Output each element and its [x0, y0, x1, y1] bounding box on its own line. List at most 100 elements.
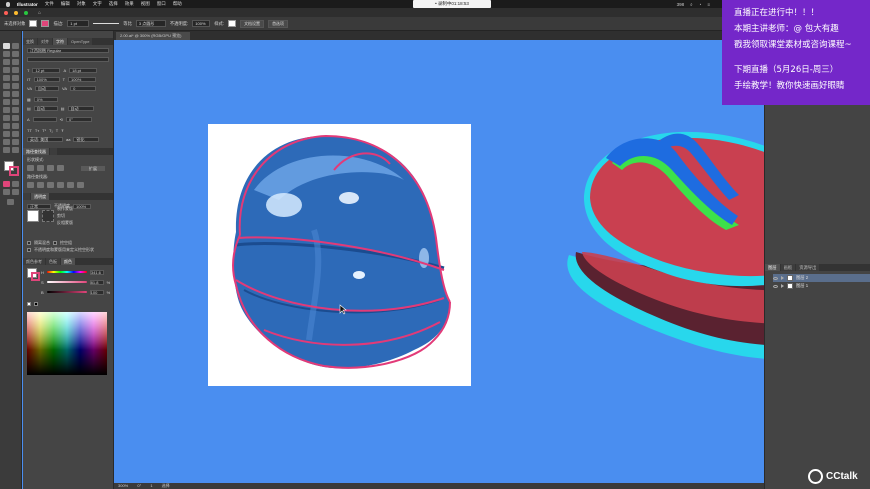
stroke-color-icon[interactable]: [9, 166, 19, 176]
tab-layers[interactable]: 图层: [765, 264, 780, 271]
menu-select[interactable]: 选择: [109, 1, 118, 7]
saturation-field[interactable]: 81.8: [89, 279, 104, 285]
recording-indicator[interactable]: • 录制中01:18:53: [413, 0, 491, 8]
color-mode-icon[interactable]: [3, 181, 10, 187]
mask-thumbnail[interactable]: [42, 210, 54, 222]
layer-name[interactable]: 图层 2: [796, 275, 808, 281]
intersect-icon[interactable]: [47, 165, 54, 171]
live-stream-promo[interactable]: 直播正在进行中！！！ 本期主讲老师：@ 包大有趣 戳我领取课堂素材或咨询课程~ …: [722, 0, 870, 105]
paintbrush-tool-icon[interactable]: [12, 75, 19, 81]
tab-shape-builder[interactable]: [50, 148, 58, 155]
zoom-window-icon[interactable]: [24, 10, 28, 15]
menu-effect[interactable]: 效果: [125, 1, 134, 7]
home-icon[interactable]: ⌂: [38, 10, 41, 16]
gradient-mode-icon[interactable]: [12, 181, 19, 187]
curvature-tool-icon[interactable]: [12, 59, 19, 65]
divide-icon[interactable]: [27, 182, 34, 188]
rotation-angle[interactable]: 0°: [137, 483, 141, 488]
tracking-field[interactable]: 0: [70, 85, 97, 91]
clip-checkbox-label[interactable]: 剪切: [57, 213, 73, 219]
document-tab[interactable]: 2.00.ai* @ 300% (RGB/GPU 预览): [116, 32, 190, 40]
aki-right-field[interactable]: 自动: [67, 105, 94, 111]
eye-icon[interactable]: [773, 284, 778, 288]
underline-button[interactable]: T: [56, 128, 58, 133]
minimize-window-icon[interactable]: [14, 10, 18, 15]
menu-file[interactable]: 文件: [45, 1, 54, 7]
hue-slider[interactable]: [46, 271, 87, 273]
expand-button[interactable]: 扩展: [81, 165, 105, 171]
minus-back-icon[interactable]: [77, 182, 84, 188]
make-mask-button[interactable]: 制作蒙版: [57, 206, 73, 212]
unite-icon[interactable]: [27, 165, 34, 171]
knockout-group-checkbox[interactable]: [53, 241, 57, 245]
layer-row-1[interactable]: 图层 1: [773, 282, 870, 290]
hand-tool-icon[interactable]: [3, 147, 10, 153]
leading-field[interactable]: 18 pt: [69, 67, 98, 73]
free-transform-tool-icon[interactable]: [12, 99, 19, 105]
brightness-slider[interactable]: [46, 291, 87, 293]
perspective-grid-tool-icon[interactable]: [12, 107, 19, 113]
shaper-tool-icon[interactable]: [3, 83, 10, 89]
saturation-slider[interactable]: [46, 281, 87, 283]
zoom-level[interactable]: 300%: [118, 483, 128, 488]
current-tool[interactable]: 选择: [162, 483, 170, 488]
none-swatch[interactable]: [27, 302, 31, 306]
direct-selection-tool-icon[interactable]: [12, 43, 19, 49]
all-caps-button[interactable]: TT: [27, 128, 32, 133]
tab-asset-export[interactable]: 资源导出: [796, 264, 820, 271]
blend-tool-icon[interactable]: [12, 123, 19, 129]
profile-label[interactable]: 等比: [123, 21, 132, 27]
screen-mode-icon[interactable]: [12, 189, 19, 195]
horizontal-scale-field[interactable]: 100%: [68, 76, 97, 82]
layer-name[interactable]: 图层 1: [796, 283, 808, 289]
control-center-icon[interactable]: ≡: [707, 2, 710, 7]
superscript-button[interactable]: T¹: [42, 128, 46, 133]
menu-edit[interactable]: 编辑: [61, 1, 70, 7]
kerning-field[interactable]: 自动: [35, 85, 60, 91]
crop-icon[interactable]: [57, 182, 64, 188]
tab-color[interactable]: 颜色: [61, 258, 75, 265]
invert-mask-checkbox-label[interactable]: 反相蒙版: [57, 220, 73, 226]
tab-artboards[interactable]: 画板: [780, 264, 796, 271]
opacity-mask-knockout-checkbox[interactable]: [27, 248, 31, 252]
app-menu[interactable]: Illustrator: [17, 2, 38, 7]
tab-opentype[interactable]: OpenType: [68, 38, 93, 45]
document-setup-button[interactable]: 文档设置: [240, 19, 265, 28]
artboard-tool-icon[interactable]: [3, 139, 10, 145]
stroke-profile-preview[interactable]: [93, 23, 120, 24]
trim-icon[interactable]: [37, 182, 44, 188]
column-graph-tool-icon[interactable]: [12, 131, 19, 137]
pen-tool-icon[interactable]: [3, 59, 10, 65]
hue-field[interactable]: 341.6: [89, 269, 104, 275]
expand-triangle-icon[interactable]: [781, 284, 784, 288]
font-style-field[interactable]: [27, 56, 109, 62]
blend-mode-field[interactable]: 正常: [27, 203, 51, 209]
width-tool-icon[interactable]: [3, 99, 10, 105]
symbol-sprayer-tool-icon[interactable]: [3, 131, 10, 137]
expand-triangle-icon[interactable]: [781, 276, 784, 280]
mesh-tool-icon[interactable]: [3, 115, 10, 121]
rotate-tool-icon[interactable]: [3, 91, 10, 97]
layer-row-2[interactable]: 图层 2: [773, 274, 870, 282]
menu-view[interactable]: 视图: [141, 1, 150, 7]
isolate-blending-checkbox[interactable]: [27, 241, 31, 245]
merge-icon[interactable]: [47, 182, 54, 188]
tab-align[interactable]: 对齐: [38, 38, 52, 45]
draw-mode-icon[interactable]: [3, 189, 10, 195]
scale-tool-icon[interactable]: [12, 91, 19, 97]
selection-tool-icon[interactable]: [3, 43, 10, 49]
wifi-icon[interactable]: ◔: [699, 2, 702, 7]
tab-color-guide[interactable]: 颜色参考: [23, 258, 45, 265]
menu-help[interactable]: 帮助: [173, 1, 182, 7]
lasso-tool-icon[interactable]: [12, 51, 19, 57]
eyedropper-tool-icon[interactable]: [3, 123, 10, 129]
color-stroke-swatch[interactable]: [31, 272, 40, 281]
menu-window[interactable]: 窗口: [157, 1, 166, 7]
char-rotation-field[interactable]: 0°: [66, 116, 93, 122]
tab-transform[interactable]: 变换: [23, 38, 37, 45]
brush-field[interactable]: 3 点圆形: [135, 20, 166, 27]
vertical-scale-field[interactable]: 100%: [33, 76, 60, 82]
language-field[interactable]: 英语: 美国: [27, 136, 63, 142]
slice-tool-icon[interactable]: [12, 139, 19, 145]
subscript-button[interactable]: T₁: [49, 128, 53, 133]
